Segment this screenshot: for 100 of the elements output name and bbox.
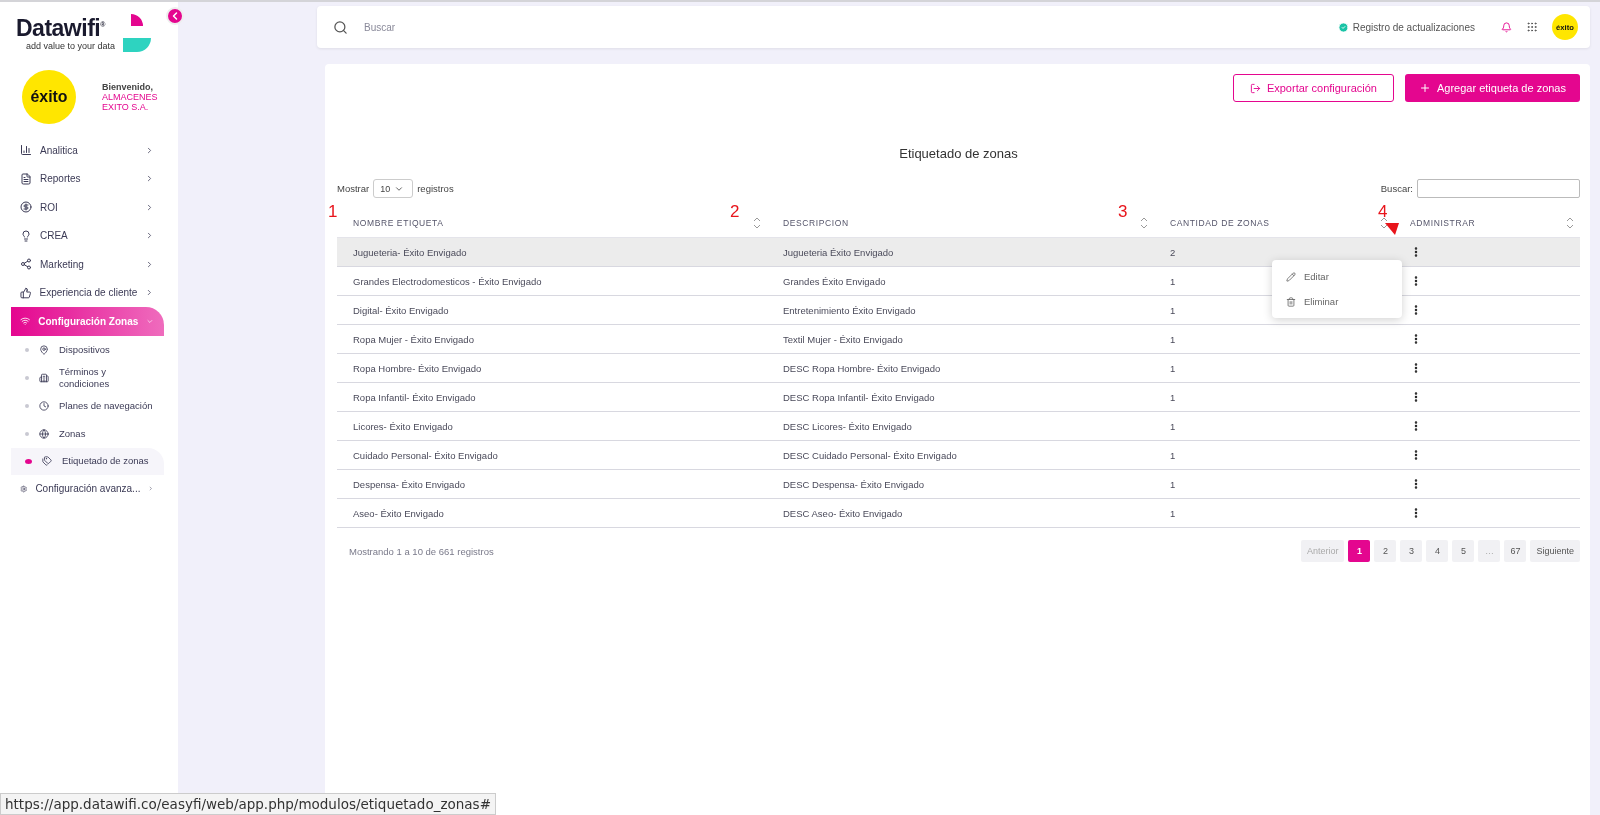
export-icon bbox=[1249, 82, 1261, 94]
collapse-button[interactable] bbox=[166, 7, 184, 25]
chevron-icon bbox=[145, 259, 154, 269]
page-button[interactable]: 1 bbox=[1348, 540, 1371, 562]
column-header[interactable]: DESCRIPCION bbox=[783, 217, 849, 228]
table-cell: 1 bbox=[1170, 420, 1176, 432]
search-icon bbox=[333, 19, 348, 35]
chevron-icon bbox=[145, 174, 154, 184]
settings-icon bbox=[20, 482, 28, 495]
table-cell: 1 bbox=[1170, 333, 1176, 345]
table-cell: Entretenimiento Éxito Envigado bbox=[783, 304, 916, 316]
bell-icon[interactable] bbox=[1501, 21, 1512, 33]
page-button[interactable]: 4 bbox=[1426, 540, 1449, 562]
share-icon bbox=[20, 258, 32, 271]
chevron-icon bbox=[145, 288, 154, 298]
table-info: Mostrando 1 a 10 de 661 registros bbox=[348, 545, 494, 557]
table-cell: Ropa Hombre- Éxito Envigado bbox=[353, 362, 482, 374]
page-button[interactable]: 67 bbox=[1504, 540, 1527, 562]
status-url: https://app.datawifi.co/easyfi/web/app.php/modulos/etiquetado_zonas# bbox=[0, 793, 496, 815]
pin-icon bbox=[39, 344, 49, 355]
table-cell: 1 bbox=[1170, 304, 1176, 316]
table-cell: Aseo- Éxito Envigado bbox=[353, 507, 444, 519]
sort-icon bbox=[753, 215, 761, 230]
welcome-text: Bienvenido, bbox=[102, 82, 154, 92]
sort-icon bbox=[1380, 215, 1388, 230]
table-cell: 1 bbox=[1170, 449, 1176, 461]
wifi-icon bbox=[20, 315, 31, 328]
lightbulb-icon bbox=[20, 229, 32, 242]
sidebar-subitem[interactable]: Etiquetado de zonas bbox=[11, 447, 164, 475]
table-cell: 1 bbox=[1170, 507, 1176, 519]
table-cell: Jugueteria- Éxito Envigado bbox=[353, 246, 467, 258]
add-button[interactable]: Agregar etiqueta de zonas bbox=[1404, 74, 1580, 102]
table-cell: Jugueteria Éxito Envigado bbox=[783, 246, 894, 258]
sidebar-item[interactable]: Configuración Zonas bbox=[11, 307, 164, 336]
annotation-number: 1 bbox=[328, 202, 338, 222]
building-icon bbox=[39, 372, 49, 383]
sidebar-subitem[interactable]: Términos y condiciones bbox=[11, 363, 164, 392]
table-cell: DESC Cuidado Personal- Éxito Envigado bbox=[783, 449, 957, 461]
page-button[interactable]: 5 bbox=[1452, 540, 1475, 562]
menu-item[interactable]: Eliminar bbox=[1272, 289, 1402, 314]
sidebar-item[interactable]: Analitica bbox=[0, 136, 164, 165]
sidebar-item[interactable]: Reportes bbox=[0, 164, 164, 193]
sidebar-subitem[interactable]: Dispositivos bbox=[11, 335, 164, 364]
table-cell: DESC Ropa Infantil- Éxito Envigado bbox=[783, 391, 935, 403]
table-cell: Grandes Electrodomesticos - Éxito Envigado bbox=[353, 275, 542, 287]
updates-link[interactable]: Registro de actualizaciones bbox=[1337, 21, 1475, 33]
table-cell: 1 bbox=[1170, 391, 1176, 403]
sidebar-item[interactable]: Experiencia de cliente bbox=[0, 278, 164, 307]
apps-grid-icon[interactable] bbox=[1526, 21, 1538, 33]
chevron-icon bbox=[145, 202, 154, 212]
table-cell: Ropa Infantil- Éxito Envigado bbox=[353, 391, 476, 403]
length-suffix: registros bbox=[417, 183, 454, 194]
column-header[interactable]: ADMINISTRAR bbox=[1410, 217, 1476, 228]
chevron-icon bbox=[145, 145, 154, 155]
table-cell: DESC Licores- Éxito Envigado bbox=[783, 420, 912, 432]
table-cell: Despensa- Éxito Envigado bbox=[353, 478, 465, 490]
coin-icon bbox=[20, 201, 32, 214]
sidebar-item[interactable]: ROI bbox=[0, 193, 164, 222]
length-select[interactable]: 10 bbox=[373, 179, 414, 198]
chevron-icon bbox=[145, 231, 154, 241]
filter-label: Buscar: bbox=[1380, 183, 1413, 194]
table-cell: Cuidado Personal- Éxito Envigado bbox=[353, 449, 498, 461]
sidebar-item[interactable]: Marketing bbox=[0, 250, 164, 279]
menu-item[interactable]: Editar bbox=[1272, 264, 1402, 289]
brand-name: Datawifi$^{®}$ bbox=[16, 13, 107, 41]
page-button[interactable]: Siguiente bbox=[1530, 540, 1580, 562]
column-header[interactable]: CANTIDAD DE ZONAS bbox=[1170, 217, 1270, 228]
sort-icon bbox=[1140, 215, 1148, 230]
table-cell: 1 bbox=[1170, 362, 1176, 374]
company-name: ALMACENES EXITO S.A. bbox=[102, 92, 159, 112]
pencil-icon bbox=[1286, 271, 1296, 282]
table-cell: 2 bbox=[1170, 246, 1176, 258]
page-button[interactable]: 2 bbox=[1374, 540, 1397, 562]
page-button[interactable]: 3 bbox=[1400, 540, 1423, 562]
table-cell: Ropa Mujer - Éxito Envigado bbox=[353, 333, 474, 345]
plus-icon bbox=[1418, 82, 1431, 94]
brand-tagline: add value to your data bbox=[25, 40, 116, 51]
sidebar-item[interactable]: CREA bbox=[0, 221, 164, 250]
sidebar-subitem[interactable]: Zonas bbox=[11, 419, 164, 448]
filter-field[interactable] bbox=[1417, 179, 1580, 198]
table-cell: Licores- Éxito Envigado bbox=[353, 420, 453, 432]
table-cell: Digital- Éxito Envigado bbox=[353, 304, 449, 316]
sort-icon bbox=[1566, 215, 1574, 230]
annotation-number: 2 bbox=[730, 202, 740, 222]
length-label: Mostrar bbox=[337, 183, 370, 194]
sidebar-subitem[interactable]: Planes de navegación bbox=[11, 391, 164, 420]
table-cell: DESC Despensa- Éxito Envigado bbox=[783, 478, 924, 490]
table-cell: Textil Mujer - Éxito Envigado bbox=[783, 333, 903, 345]
trash-icon bbox=[1286, 296, 1296, 307]
table-cell: DESC Aseo- Éxito Envigado bbox=[783, 507, 903, 519]
tags-icon bbox=[42, 456, 52, 466]
globe-icon bbox=[39, 428, 49, 439]
column-header[interactable]: NOMBRE ETIQUETA bbox=[353, 217, 444, 228]
page-title: Etiquetado de zonas bbox=[898, 146, 1019, 161]
table-cell: 1 bbox=[1170, 478, 1176, 490]
annotation-arrow-icon bbox=[1384, 222, 1400, 236]
annotation-number: 3 bbox=[1118, 202, 1128, 222]
chart-icon bbox=[20, 144, 32, 157]
sidebar-item[interactable]: Configuración avanza... bbox=[0, 474, 164, 503]
export-button[interactable]: Exportar configuración bbox=[1232, 74, 1394, 102]
